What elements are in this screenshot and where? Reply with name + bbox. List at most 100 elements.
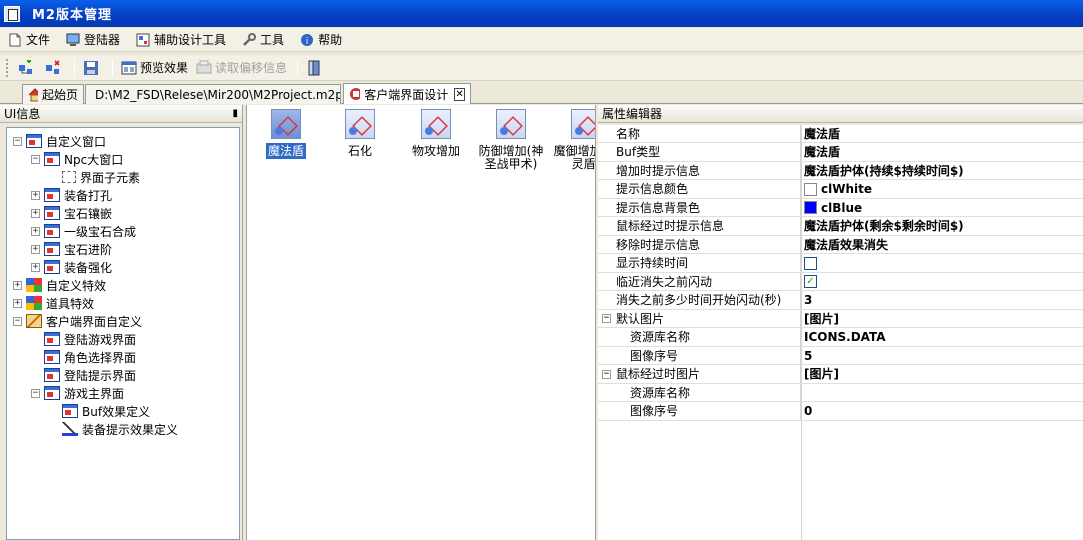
tree-node[interactable]: + 装备打孔	[31, 186, 112, 204]
property-grid[interactable]: 名称 魔法盾 Buf类型 魔法盾 增加时提示信息 魔法盾护体(持续$持续时间$) 提示信息颜…	[598, 124, 1083, 540]
property-name: 名称	[616, 124, 801, 143]
tree-expander[interactable]: +	[31, 208, 40, 218]
tree-node[interactable]: + 装备强化	[31, 258, 112, 276]
menu-file[interactable]: 文件	[6, 30, 52, 50]
tree-node[interactable]: − 自定义窗口	[13, 132, 106, 150]
tree-node[interactable]: + 自定义特效	[13, 276, 106, 294]
property-row[interactable]: 鼠标经过时提示信息 魔法盾护体(剩余$剩余时间$)	[598, 217, 1083, 236]
property-value[interactable]: 魔法盾	[804, 143, 840, 161]
preview-icon	[121, 61, 137, 74]
tree-expander[interactable]: +	[31, 190, 40, 200]
tree-node[interactable]: 登陆游戏界面	[31, 330, 136, 348]
property-value[interactable]: 0	[804, 402, 812, 420]
menu-help[interactable]: i 帮助	[298, 30, 344, 50]
tree-node[interactable]: − 游戏主界面	[31, 384, 124, 402]
property-row[interactable]: 临近消失之前闪动 ✓	[598, 272, 1083, 291]
tab-client-ui-design[interactable]: 客户端界面设计 ✕	[343, 83, 471, 104]
property-value[interactable]: clWhite	[804, 180, 872, 198]
property-value[interactable]: 魔法盾	[804, 125, 840, 143]
property-value[interactable]: [图片]	[804, 365, 839, 383]
menu-file-label: 文件	[26, 33, 51, 47]
tree-expander[interactable]: −	[31, 154, 40, 164]
property-name: 显示持续时间	[616, 254, 801, 272]
property-row[interactable]: 显示持续时间	[598, 254, 1083, 273]
property-name: 图像序号	[630, 346, 801, 365]
buff-component[interactable]: 物攻增加	[399, 109, 473, 158]
menu-tools[interactable]: 工具	[240, 30, 286, 50]
delete-node-button[interactable]	[42, 58, 67, 78]
property-value[interactable]: [图片]	[804, 310, 839, 328]
property-row[interactable]: − 鼠标经过时图片 [图片]	[598, 365, 1083, 384]
property-row[interactable]: Buf类型 魔法盾	[598, 143, 1083, 162]
tree-node-label: 自定义窗口	[46, 134, 107, 149]
tree-node-label: Npc大窗口	[64, 152, 124, 167]
design-canvas[interactable]: 魔法盾 石化 物攻增加 防御增加(神圣战甲术) 魔御增加(幽灵盾)	[246, 105, 596, 540]
tree-node[interactable]: + 宝石进阶	[31, 240, 112, 258]
property-value[interactable]: 魔法盾效果消失	[804, 236, 888, 254]
group-expander[interactable]: −	[602, 314, 611, 323]
tab-start-page[interactable]: 起始页	[22, 84, 84, 104]
property-value[interactable]: clBlue	[804, 199, 862, 217]
tree-node[interactable]: 角色选择界面	[31, 348, 136, 366]
property-row[interactable]: 图像序号 0	[598, 402, 1083, 421]
property-row[interactable]: 移除时提示信息 魔法盾效果消失	[598, 235, 1083, 254]
property-checkbox[interactable]	[804, 256, 817, 270]
close-tab-button[interactable]: ✕	[454, 87, 465, 101]
tree-expander[interactable]: +	[31, 262, 40, 272]
property-checkbox[interactable]: ✓	[804, 275, 817, 288]
tree-node[interactable]: + 宝石镶嵌	[31, 204, 112, 222]
tab-project-file[interactable]: D:\M2_FSD\Relese\Mir200\M2Project.m2proj…	[85, 84, 341, 104]
save-button[interactable]	[80, 58, 105, 78]
tree-expander[interactable]: −	[13, 316, 22, 326]
ui-tree[interactable]: − 自定义窗口 − Npc大窗口 界面子元素 + 装备打孔 + 宝石镶嵌 + 一级宝石合成 + 宝石进阶…	[6, 127, 240, 540]
group-expander[interactable]: −	[602, 369, 611, 379]
toolbar-grip[interactable]	[6, 58, 9, 77]
property-row[interactable]: 名称 魔法盾	[598, 124, 1083, 143]
tree-node-label: 登陆提示界面	[64, 368, 137, 383]
wrench-icon	[242, 32, 257, 47]
property-value[interactable]: ICONS.DATA	[804, 328, 886, 346]
tree-node[interactable]: + 道具特效	[13, 294, 94, 312]
buff-component[interactable]: 防御增加(神圣战甲术)	[474, 109, 548, 171]
property-value[interactable]	[804, 254, 817, 272]
tree-expander[interactable]: +	[31, 244, 40, 254]
tree-node[interactable]: + 一级宝石合成	[31, 222, 136, 240]
tree-node[interactable]: Buf效果定义	[49, 402, 150, 420]
read-offset-button[interactable]: 读取偏移信息	[193, 58, 290, 78]
tree-node[interactable]: 界面子元素	[49, 168, 140, 186]
tree-node[interactable]: 装备提示效果定义	[49, 420, 178, 438]
menu-design-tools[interactable]: 辅助设计工具	[134, 30, 228, 50]
buff-component-icon	[421, 109, 451, 139]
tree-expander[interactable]: +	[13, 280, 22, 290]
buff-component[interactable]: 魔法盾	[249, 109, 323, 159]
property-value[interactable]: 魔法盾护体(剩余$剩余时间$)	[804, 217, 964, 235]
toolbar-separator	[297, 58, 299, 77]
property-row[interactable]: 增加时提示信息 魔法盾护体(持续$持续时间$)	[598, 161, 1083, 180]
preview-button-label: 预览效果	[140, 61, 189, 75]
property-row[interactable]: 提示信息颜色 clWhite	[598, 180, 1083, 199]
property-row[interactable]: 资源库名称 ICONS.DATA	[598, 328, 1083, 347]
buff-component[interactable]: 魔御增加(幽灵盾)	[549, 109, 595, 171]
property-row[interactable]: 图像序号 5	[598, 346, 1083, 365]
tree-node[interactable]: − 客户端界面自定义	[13, 312, 142, 330]
property-row[interactable]: 消失之前多少时间开始闪动(秒) 3	[598, 291, 1083, 310]
tree-expander[interactable]: −	[31, 388, 40, 398]
exit-button[interactable]	[303, 58, 328, 78]
tree-node[interactable]: 登陆提示界面	[31, 366, 136, 384]
property-row[interactable]: 提示信息背景色 clBlue	[598, 198, 1083, 217]
preview-button[interactable]: 预览效果	[118, 58, 191, 78]
tree-expander[interactable]: −	[13, 136, 22, 146]
menu-launcher[interactable]: 登陆器	[64, 30, 122, 50]
property-row[interactable]: 资源库名称	[598, 383, 1083, 402]
property-value[interactable]: 3	[804, 291, 812, 309]
property-value[interactable]: 魔法盾护体(持续$持续时间$)	[804, 162, 964, 180]
tree-node[interactable]: − Npc大窗口	[31, 150, 123, 168]
pin-icon[interactable]: ▮	[232, 108, 238, 119]
add-node-button[interactable]	[15, 58, 40, 78]
tree-expander[interactable]: +	[13, 298, 22, 308]
property-value[interactable]: 5	[804, 347, 812, 365]
buff-component[interactable]: 石化	[323, 109, 397, 158]
property-value[interactable]: ✓	[804, 273, 817, 291]
tree-expander[interactable]: +	[31, 226, 40, 236]
property-row[interactable]: − 默认图片 [图片]	[598, 309, 1083, 328]
